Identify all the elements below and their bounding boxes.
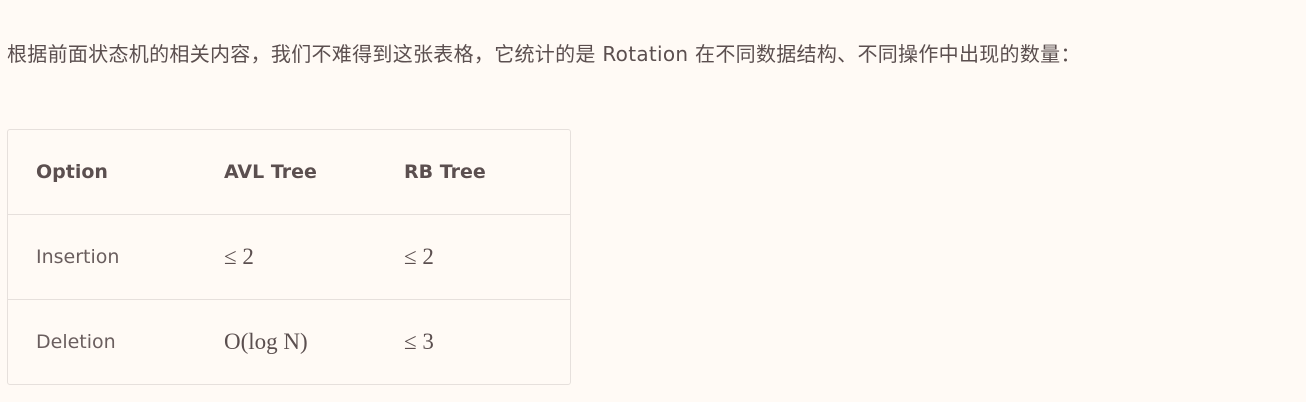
table-row: Deletion O(log N) ≤ 3 [8,299,570,384]
cell-avl: O(log N) [224,329,308,354]
intro-paragraph: 根据前面状态机的相关内容，我们不难得到这张表格，它统计的是 Rotation 在… [7,42,1081,66]
cell-operation: Insertion [36,246,120,268]
table-row: Insertion ≤ 2 ≤ 2 [8,214,570,299]
header-option: Option [36,161,108,183]
cell-rb: ≤ 2 [404,244,434,269]
header-rb-tree: RB Tree [404,161,486,183]
cell-operation: Deletion [36,331,116,353]
rotation-table: Option AVL Tree RB Tree Insertion ≤ 2 ≤ … [7,129,571,385]
header-avl-tree: AVL Tree [224,161,317,183]
cell-rb: ≤ 3 [404,329,434,354]
cell-avl: ≤ 2 [224,244,254,269]
table-header-row: Option AVL Tree RB Tree [8,130,570,214]
